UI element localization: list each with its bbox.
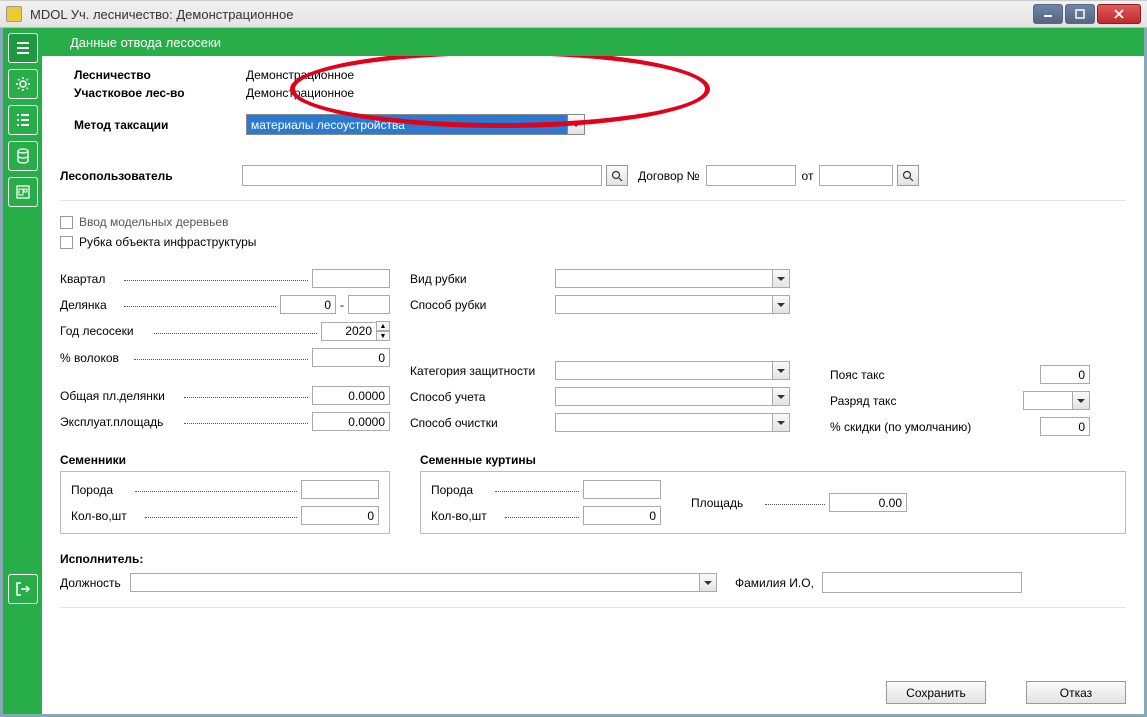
totalarea-input[interactable] [312,386,390,405]
kolvo-label: Кол-во,шт [71,509,141,523]
date-search-button[interactable] [897,165,919,186]
kurtiny-kolvo-label: Кол-во,шт [431,509,501,523]
user-label: Лесопользователь [60,169,242,183]
account-combo[interactable] [555,387,790,406]
ploshad-label: Площадь [691,496,761,510]
kurtiny-title: Семенные куртины [420,453,1126,467]
clean-combo[interactable] [555,413,790,432]
method-label: Метод таксации [74,118,246,132]
fio-label: Фамилия И.О, [735,576,814,590]
delyanka-label: Делянка [60,298,120,312]
year-label: Год лесосеки [60,324,150,338]
gear-icon[interactable] [8,69,38,99]
explarea-label: Эксплуат.площадь [60,415,180,429]
infra-check[interactable]: Рубка объекта инфраструктуры [60,235,1126,249]
year-spinner[interactable]: ▲▼ [376,321,390,341]
position-label: Должность [60,576,130,590]
chevron-down-icon[interactable] [1073,391,1090,410]
date-input[interactable] [819,165,893,186]
position-combo[interactable] [130,573,717,592]
maximize-button[interactable] [1065,4,1095,24]
cutmethod-combo[interactable] [555,295,790,314]
checkbox-icon[interactable] [60,216,73,229]
cuttype-combo[interactable] [555,269,790,288]
exit-icon[interactable] [8,574,38,604]
save-button[interactable]: Сохранить [886,681,986,704]
window-title: МDOL Уч. лесничество: Демонстрационное [30,7,293,22]
chevron-down-icon[interactable] [700,573,717,592]
kvartal-label: Квартал [60,272,120,286]
model-trees-check[interactable]: Ввод модельных деревьев [60,215,1126,229]
close-button[interactable] [1097,4,1141,24]
user-search-button[interactable] [606,165,628,186]
chevron-down-icon[interactable] [773,361,790,380]
subforestry-label: Участковое лес-во [74,86,246,100]
app-icon [6,6,22,22]
taxrank-label: Разряд такс [830,394,970,408]
delyanka-input[interactable] [280,295,336,314]
forestry-value: Демонстрационное [246,68,354,82]
semenniki-box: Порода Кол-во,шт [60,471,390,534]
method-combo[interactable] [246,114,585,135]
totalarea-label: Общая пл.делянки [60,389,180,403]
taxrank-combo[interactable] [1023,391,1090,410]
contract-label: Договор № [638,169,700,183]
kurtiny-box: Порода Кол-во,шт [420,471,1126,534]
fio-input[interactable] [822,572,1022,593]
kvartal-input[interactable] [312,269,390,288]
volok-input[interactable] [312,348,390,367]
protection-combo[interactable] [555,361,790,380]
delyanka-sub-input[interactable] [348,295,390,314]
clean-label: Способ очистки [410,416,555,430]
kurtiny-kolvo-input[interactable] [583,506,661,525]
sidebar [3,28,42,714]
minimize-button[interactable] [1033,4,1063,24]
from-label: от [802,169,814,183]
volok-label: % волоков [60,351,130,365]
account-label: Способ учета [410,390,555,404]
cancel-button[interactable]: Отказ [1026,681,1126,704]
checkbox-icon[interactable] [60,236,73,249]
user-input[interactable] [242,165,602,186]
chevron-down-icon[interactable] [773,387,790,406]
chevron-down-icon[interactable] [773,413,790,432]
subforestry-value: Демонстрационное [246,86,354,100]
layout-icon[interactable] [8,177,38,207]
explarea-input[interactable] [312,412,390,431]
discount-input[interactable] [1040,417,1090,436]
chevron-down-icon[interactable] [568,114,585,135]
cutmethod-label: Способ рубки [410,298,555,312]
chevron-down-icon[interactable] [773,295,790,314]
database-icon[interactable] [8,141,38,171]
page-header: Данные отвода лесосеки [42,28,1144,56]
semenniki-title: Семенники [60,453,390,467]
page-title: Данные отвода лесосеки [70,35,221,50]
semenniki-poroda-input[interactable] [301,480,379,499]
semenniki-kolvo-input[interactable] [301,506,379,525]
executor-title: Исполнитель: [60,552,1126,566]
discount-label: % скидки (по умолчанию) [830,420,990,434]
cuttype-label: Вид рубки [410,272,555,286]
taxbelt-input[interactable] [1040,365,1090,384]
chevron-down-icon[interactable] [773,269,790,288]
forestry-label: Лесничество [74,68,246,82]
contract-input[interactable] [706,165,796,186]
titlebar: МDOL Уч. лесничество: Демонстрационное [0,0,1147,28]
year-input[interactable] [321,322,377,341]
poroda-label: Порода [71,483,131,497]
menu-icon[interactable] [8,33,38,63]
kurtiny-poroda-input[interactable] [583,480,661,499]
protection-label: Категория защитности [410,364,555,378]
taxbelt-label: Пояс такс [830,368,970,382]
kurtiny-poroda-label: Порода [431,483,491,497]
method-input[interactable] [246,114,568,135]
list-icon[interactable] [8,105,38,135]
ploshad-input[interactable] [829,493,907,512]
